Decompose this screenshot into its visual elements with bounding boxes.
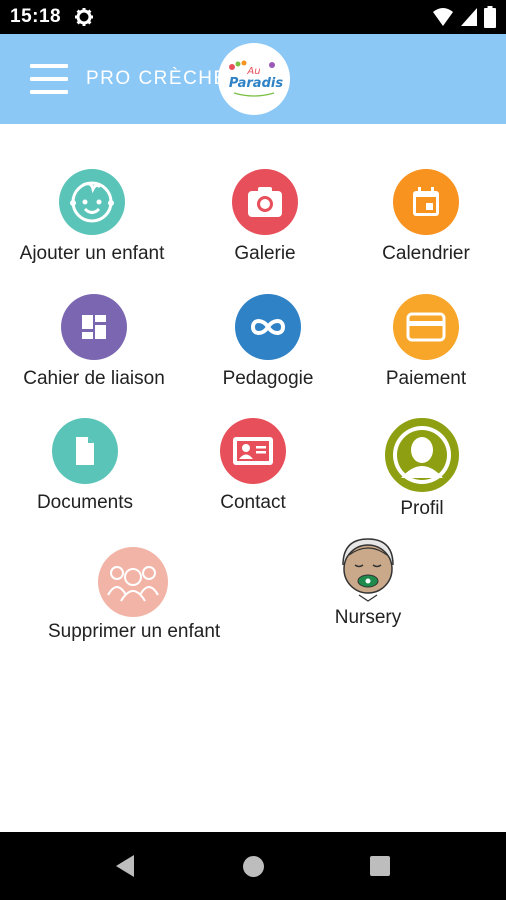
battery-icon: [484, 6, 496, 28]
menu-item-label: Profil: [400, 498, 444, 519]
status-bar: 15:18: [0, 0, 506, 34]
au-paradis-logo: Au Paradis: [218, 43, 290, 115]
menu-item-galerie[interactable]: Galerie: [180, 169, 350, 265]
cellular-signal-icon: [461, 8, 477, 26]
children-group-icon: [98, 547, 168, 617]
recent-apps-square-icon[interactable]: [370, 856, 390, 876]
menu-item-label: Supprimer un enfant: [48, 621, 221, 642]
profile-icon: [385, 418, 459, 492]
menu-item-label: Galerie: [234, 243, 296, 264]
system-navigation-bar: [0, 832, 506, 900]
credit-card-icon: [393, 294, 459, 360]
menu-item-paiement[interactable]: Paiement: [341, 294, 506, 390]
menu-item-contact[interactable]: Contact: [168, 418, 338, 514]
menu-item-cahier-de-liaison[interactable]: Cahier de liaison: [9, 294, 179, 390]
app-bar: PRO CRÈCHE Au Paradis: [0, 34, 506, 124]
settings-gear-icon: [75, 8, 93, 26]
status-time: 15:18: [10, 6, 62, 27]
menu-item-supprimer-un-enfant[interactable]: Supprimer un enfant: [48, 547, 221, 643]
baby-pacifier-icon: [335, 535, 401, 605]
hamburger-menu-icon[interactable]: [30, 64, 68, 96]
dashboard-icon: [61, 294, 127, 360]
menu-item-pedagogie[interactable]: Pedagogie: [183, 294, 353, 390]
menu-item-label: Ajouter un enfant: [19, 243, 165, 264]
menu-item-label: Nursery: [334, 607, 402, 628]
menu-item-label: Pedagogie: [222, 368, 314, 389]
menu-item-label: Documents: [36, 492, 134, 513]
back-triangle-icon[interactable]: [114, 854, 136, 878]
menu-item-label: Contact: [220, 492, 286, 513]
camera-icon: [232, 169, 298, 235]
svg-text:Paradis: Paradis: [229, 76, 283, 91]
infinity-icon: [235, 294, 301, 360]
baby-face-icon: [59, 169, 125, 235]
home-circle-icon[interactable]: [243, 856, 264, 877]
calendar-icon: [393, 169, 459, 235]
menu-item-calendrier[interactable]: Calendrier: [341, 169, 506, 265]
app-title: PRO CRÈCHE: [86, 68, 228, 89]
menu-item-nursery[interactable]: Nursery: [283, 535, 453, 629]
wifi-icon: [433, 8, 453, 26]
menu-item-documents[interactable]: Documents: [0, 418, 170, 514]
menu-item-label: Calendrier: [382, 243, 470, 264]
menu-item-label: Paiement: [385, 368, 467, 389]
contact-card-icon: [220, 418, 286, 484]
menu-item-ajouter-un-enfant[interactable]: Ajouter un enfant: [7, 169, 177, 265]
document-icon: [52, 418, 118, 484]
menu-item-label: Cahier de liaison: [23, 368, 165, 389]
menu-item-profil[interactable]: Profil: [337, 418, 506, 520]
